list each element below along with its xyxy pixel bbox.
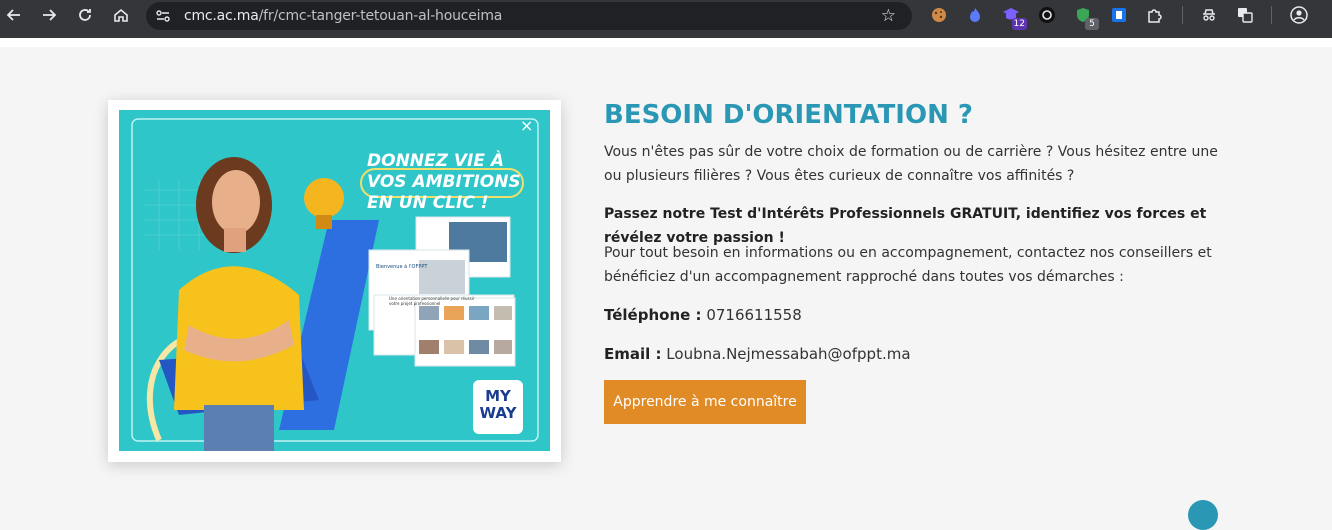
learn-about-me-button[interactable]: Apprendre à me connaître xyxy=(604,380,806,424)
page-top-strip xyxy=(0,38,1332,47)
site-settings-icon[interactable] xyxy=(155,8,171,24)
loop-extension-icon[interactable] xyxy=(1037,5,1057,25)
screen-sub-text: Une orientation personnalisée pour réuss… xyxy=(389,296,475,306)
myway-logo: MY WAY xyxy=(473,388,523,422)
forward-arrow-icon[interactable] xyxy=(37,3,61,27)
screen-welcome-text: Bienvenue à l'OFPPT xyxy=(376,264,428,270)
phone-value[interactable]: 0716611558 xyxy=(706,306,801,324)
toolbar-divider xyxy=(1182,6,1183,24)
blue-tag-extension-icon[interactable] xyxy=(1109,5,1129,25)
promo-headline: DONNEZ VIE À VOS AMBITIONS EN UN CLIC ! xyxy=(367,151,521,214)
back-arrow-icon[interactable] xyxy=(2,3,26,27)
intro-paragraph: Vous n'êtes pas sûr de votre choix de fo… xyxy=(604,144,1218,184)
section-title: BESOIN D'ORIENTATION ? xyxy=(604,100,973,130)
scroll-top-button[interactable] xyxy=(1188,500,1218,530)
url-text: cmc.ac.ma/fr/cmc-tanger-tetouan-al-houce… xyxy=(184,8,503,24)
logo-my-text: MY xyxy=(485,387,511,405)
translate-icon[interactable] xyxy=(1235,5,1255,25)
promo-headline-line-1: DONNEZ VIE À xyxy=(367,151,505,171)
phone-label: Téléphone : xyxy=(604,306,702,324)
spy-icon[interactable] xyxy=(1199,5,1219,25)
promo-image-frame: × DONNEZ VIE À VOS AMBITIONS EN UN CLIC … xyxy=(108,100,561,462)
address-bar[interactable]: cmc.ac.ma/fr/cmc-tanger-tetouan-al-houce… xyxy=(146,2,912,30)
shield-extension-icon[interactable]: 5 xyxy=(1073,5,1099,30)
contact-paragraph: Pour tout besoin en informations ou en a… xyxy=(604,245,1212,285)
cookie-extension-icon[interactable] xyxy=(929,5,949,25)
email-label: Email : xyxy=(604,345,662,363)
profile-avatar-icon[interactable] xyxy=(1289,5,1309,25)
promo-close-icon[interactable]: × xyxy=(520,116,533,135)
reload-icon[interactable] xyxy=(73,3,97,27)
flame-extension-icon[interactable] xyxy=(965,5,985,25)
home-icon[interactable] xyxy=(109,3,133,27)
shield-badge: 5 xyxy=(1085,18,1099,30)
promo-headline-line-2: VOS AMBITIONS xyxy=(367,172,521,192)
graduation-extension-icon[interactable]: 12 xyxy=(1001,5,1027,30)
email-line: Email : Loubna.Nejmessabah@ofppt.ma xyxy=(604,342,1226,366)
puzzle-extensions-icon[interactable] xyxy=(1145,5,1165,25)
toolbar-divider-2 xyxy=(1271,6,1272,24)
promo-headline-line-3: EN UN CLIC ! xyxy=(367,193,489,213)
bookmark-star-icon[interactable]: ☆ xyxy=(881,6,896,26)
logo-way-text: WAY xyxy=(479,404,517,422)
email-value[interactable]: Loubna.Nejmessabah@ofppt.ma xyxy=(666,345,910,363)
phone-line: Téléphone : 0716611558 xyxy=(604,303,1226,327)
browser-toolbar: cmc.ac.ma/fr/cmc-tanger-tetouan-al-houce… xyxy=(0,0,1332,38)
graduation-badge: 12 xyxy=(1011,18,1027,30)
promo-banner[interactable]: × DONNEZ VIE À VOS AMBITIONS EN UN CLIC … xyxy=(119,110,550,451)
